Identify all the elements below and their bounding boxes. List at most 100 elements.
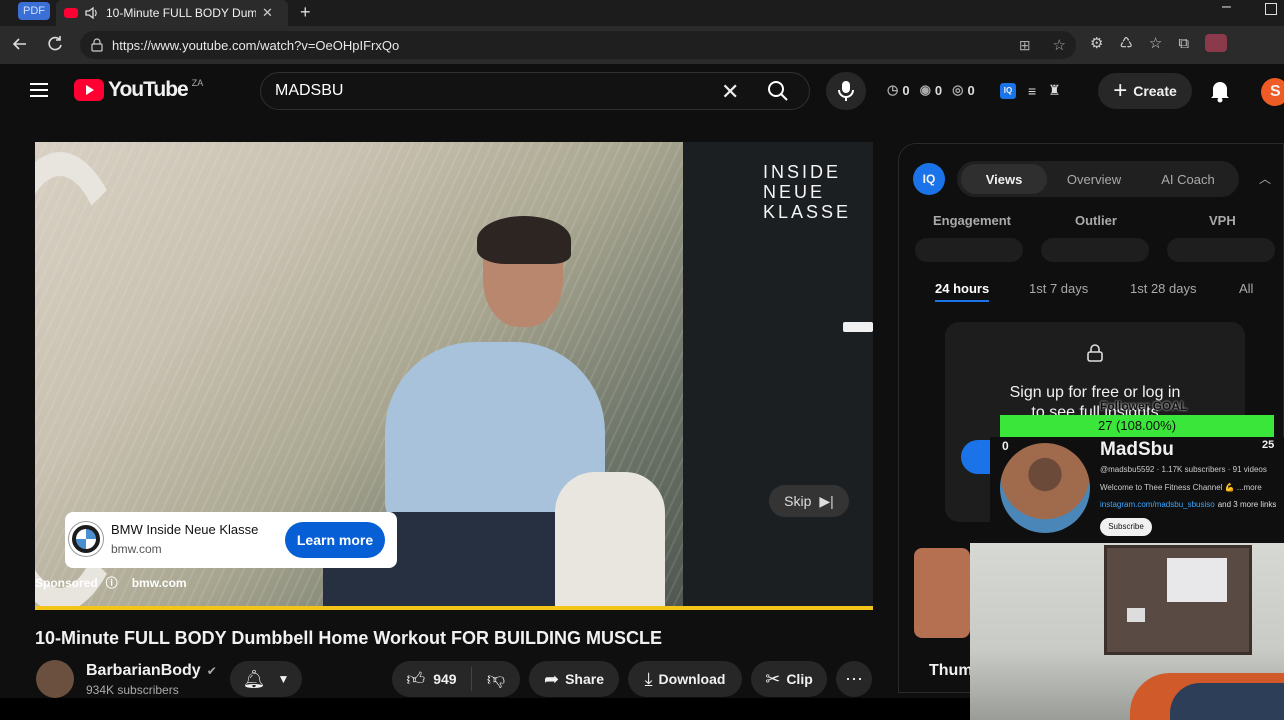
search-icon[interactable] xyxy=(767,80,789,102)
browser-tab[interactable]: 10-Minute FULL BODY Dumb ✕ xyxy=(56,0,288,26)
new-tab-icon[interactable]: + xyxy=(300,2,311,23)
video-player[interactable]: INSIDE NEUE KLASSE Skip ▶| BMW Inside Ne… xyxy=(35,142,873,610)
notifications-icon[interactable] xyxy=(1209,79,1231,103)
tab-title: 10-Minute FULL BODY Dumb xyxy=(106,6,256,20)
url-text[interactable]: https://www.youtube.com/watch?v=OeOHpIFr… xyxy=(112,38,399,53)
metric-engagement-label: Engagement xyxy=(933,213,1012,228)
download-button[interactable]: ⤓ Download xyxy=(628,661,742,697)
channel-name[interactable]: BarbarianBody xyxy=(86,662,201,680)
learn-more-button[interactable]: Learn more xyxy=(285,522,385,558)
speaker-icon[interactable] xyxy=(84,6,100,20)
extensions-icon[interactable]: ⚙ xyxy=(1090,34,1103,52)
corkboard xyxy=(1104,545,1252,655)
wall-light xyxy=(843,322,873,332)
tab-close-icon[interactable]: ✕ xyxy=(262,5,273,21)
youtube-favicon-icon xyxy=(64,8,78,18)
profile-avatar[interactable] xyxy=(1205,34,1228,52)
tab-overview[interactable]: Overview xyxy=(1047,164,1141,194)
verified-icon: ✔ xyxy=(206,664,217,678)
back-icon[interactable] xyxy=(10,34,30,54)
madsbu-handle-info: @madsbu5592 · 1.17K subscribers · 91 vid… xyxy=(1100,465,1267,474)
reload-icon[interactable] xyxy=(45,34,65,54)
address-bar[interactable]: https://www.youtube.com/watch?v=OeOHpIFr… xyxy=(80,31,1076,59)
skip-ad-button[interactable]: Skip ▶| xyxy=(769,485,849,517)
range-all[interactable]: All xyxy=(1239,281,1253,296)
wordmark-line: INSIDE xyxy=(763,162,842,182)
sponsored-label: Sponsored xyxy=(35,575,98,590)
favorites-icon[interactable]: ☆ xyxy=(1149,34,1162,52)
maximize-icon[interactable] xyxy=(1265,3,1277,15)
range-7-days[interactable]: 1st 7 days xyxy=(1029,281,1088,296)
share-label: Share xyxy=(565,671,604,687)
madsbu-description: Welcome to Thee Fitness Channel 💪 ...mor… xyxy=(1100,483,1262,492)
like-button[interactable]: 👍︎ 949 xyxy=(392,667,472,691)
collections-icon[interactable]: ⧉ xyxy=(1178,35,1189,52)
create-button[interactable]: + Create xyxy=(1098,73,1192,109)
channel-card-overlay: 0 25 MadSbu @madsbu5592 · 1.17K subscrib… xyxy=(990,437,1284,543)
youtube-logo[interactable]: YouTube ZA xyxy=(74,78,203,102)
follower-goal-value: 27 (108.00%) xyxy=(1097,418,1177,433)
subscribed-bell-button[interactable]: 🔔︎ ▼ xyxy=(230,661,302,697)
lock-icon xyxy=(1087,344,1103,362)
search-box[interactable]: ✕ xyxy=(260,72,810,110)
channel-avatar[interactable] xyxy=(36,660,74,698)
search-input[interactable] xyxy=(275,80,715,102)
dislike-button[interactable]: 👎︎ xyxy=(472,668,520,690)
madsbu-links: instagram.com/madsbu_sbusiso and 3 more … xyxy=(1100,500,1276,509)
list-icon[interactable]: ≡ xyxy=(1028,83,1036,99)
trophy-icon[interactable]: ♜ xyxy=(1048,82,1061,99)
channel-name-row[interactable]: BarbarianBody ✔ xyxy=(86,662,217,680)
iq-extension-icon[interactable]: IQ xyxy=(1000,82,1016,99)
favorite-star-icon[interactable]: ☆ xyxy=(1053,36,1066,54)
range-28-days[interactable]: 1st 28 days xyxy=(1130,281,1197,296)
range-24-hours[interactable]: 24 hours xyxy=(935,281,990,302)
like-dislike-group: 👍︎ 949 👎︎ xyxy=(392,661,520,697)
webcam-feed xyxy=(970,543,1284,720)
region-code: ZA xyxy=(191,78,204,88)
like-count: 949 xyxy=(433,671,457,687)
site-info-icon[interactable] xyxy=(90,38,104,52)
pdf-badge[interactable]: PDF xyxy=(18,2,50,20)
app-available-icon[interactable]: ⊞ xyxy=(1019,37,1031,54)
sponsored-domain[interactable]: bmw.com xyxy=(132,576,187,590)
voice-search-button[interactable] xyxy=(826,72,866,110)
clip-button[interactable]: ✂ Clip xyxy=(751,661,827,697)
info-icon[interactable]: ⓘ xyxy=(106,574,118,591)
channel-subscribers: 934K subscribers xyxy=(86,683,179,697)
counter-value: 0 xyxy=(934,82,943,98)
share-icon: ➦ xyxy=(543,668,560,689)
tab-views[interactable]: Views xyxy=(961,164,1047,194)
iq-tabs: Views Overview AI Coach xyxy=(957,161,1239,197)
clear-search-icon[interactable]: ✕ xyxy=(721,79,739,105)
logo-text: YouTube xyxy=(108,78,189,101)
plus-icon: + xyxy=(1113,77,1128,104)
more-actions-icon[interactable]: ⋯ xyxy=(836,661,872,697)
ad-card[interactable]: BMW Inside Neue Klasse bmw.com Learn mor… xyxy=(65,512,397,568)
share-button[interactable]: ➦ Share xyxy=(529,661,619,697)
minimize-icon[interactable]: – xyxy=(1222,0,1231,16)
sponsored-row: Sponsored ⓘ bmw.com xyxy=(35,574,187,591)
skip-label: Skip xyxy=(784,493,812,509)
pinned-calendar xyxy=(1167,558,1227,602)
related-video-title[interactable]: Thum xyxy=(929,662,973,680)
browser-tab-bar: PDF 10-Minute FULL BODY Dumb ✕ + – xyxy=(0,0,1284,26)
thumbs-up-icon: 👍︎ xyxy=(406,669,426,689)
chair xyxy=(555,472,665,610)
neue-klasse-wordmark: INSIDE NEUE KLASSE xyxy=(763,162,851,222)
metric-vph-label: VPH xyxy=(1209,213,1236,228)
ad-domain: bmw.com xyxy=(111,542,162,556)
menu-icon[interactable] xyxy=(28,80,50,100)
tab-ai-coach[interactable]: AI Coach xyxy=(1141,164,1235,194)
collapse-chevron-icon[interactable]: ︿ xyxy=(1259,170,1271,187)
thumbs-down-icon: 👎︎ xyxy=(486,669,506,689)
madsbu-avatar xyxy=(1000,443,1090,533)
copilot-icon[interactable]: ♺ xyxy=(1119,34,1132,52)
ad-progress-bar[interactable] xyxy=(35,606,873,610)
madsbu-channel-name: MadSbu xyxy=(1100,439,1174,460)
account-avatar[interactable]: S xyxy=(1261,78,1284,106)
counter-value: 0 xyxy=(902,82,910,98)
bell-icon: 🔔︎ xyxy=(242,668,266,689)
signup-text: Sign up for free or log in xyxy=(1009,384,1181,401)
eye-icon: ◉ xyxy=(919,82,931,97)
related-video-thumbnail[interactable] xyxy=(914,548,970,638)
